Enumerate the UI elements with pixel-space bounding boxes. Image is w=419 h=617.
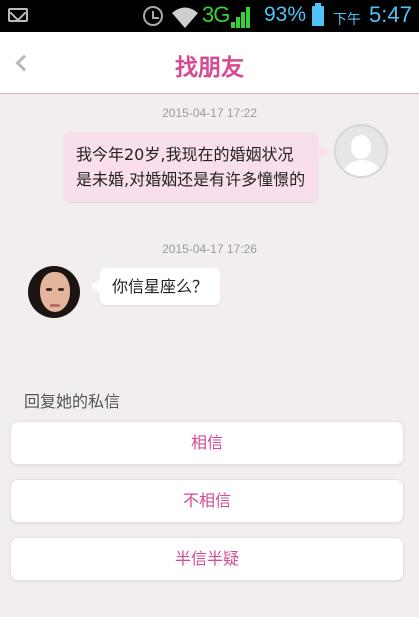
contact-avatar[interactable]	[28, 266, 80, 318]
status-bar: 3G 93% 下午 5:47	[0, 0, 419, 32]
reply-option-button[interactable]: 半信半疑	[10, 537, 404, 581]
message-timestamp: 2015-04-17 17:22	[162, 106, 257, 120]
network-type: 3G	[202, 2, 230, 27]
incoming-message-bubble: 你信星座么？	[90, 268, 221, 305]
reply-option-button[interactable]: 相信	[10, 421, 404, 465]
battery-percent: 93%	[264, 3, 307, 26]
alarm-icon	[143, 6, 163, 26]
page-title: 找朋友	[175, 55, 244, 81]
app-header: 找朋友	[0, 32, 419, 94]
am-pm-label: 下午	[333, 12, 361, 28]
reply-option-button[interactable]: 不相信	[10, 479, 404, 523]
message-timestamp: 2015-04-17 17:26	[162, 242, 257, 256]
outgoing-message-bubble: 我今年20岁,我现在的婚姻状况是未婚,对婚姻还是有许多憧憬的	[64, 132, 327, 202]
my-avatar[interactable]	[334, 124, 388, 178]
mail-icon	[8, 8, 28, 22]
person-placeholder-icon	[351, 135, 371, 159]
wifi-icon	[172, 7, 198, 28]
battery-icon	[312, 3, 324, 26]
reply-section-label: 回复她的私信	[24, 392, 121, 411]
clock-time: 5:47	[369, 2, 412, 27]
signal-icon	[231, 7, 250, 28]
